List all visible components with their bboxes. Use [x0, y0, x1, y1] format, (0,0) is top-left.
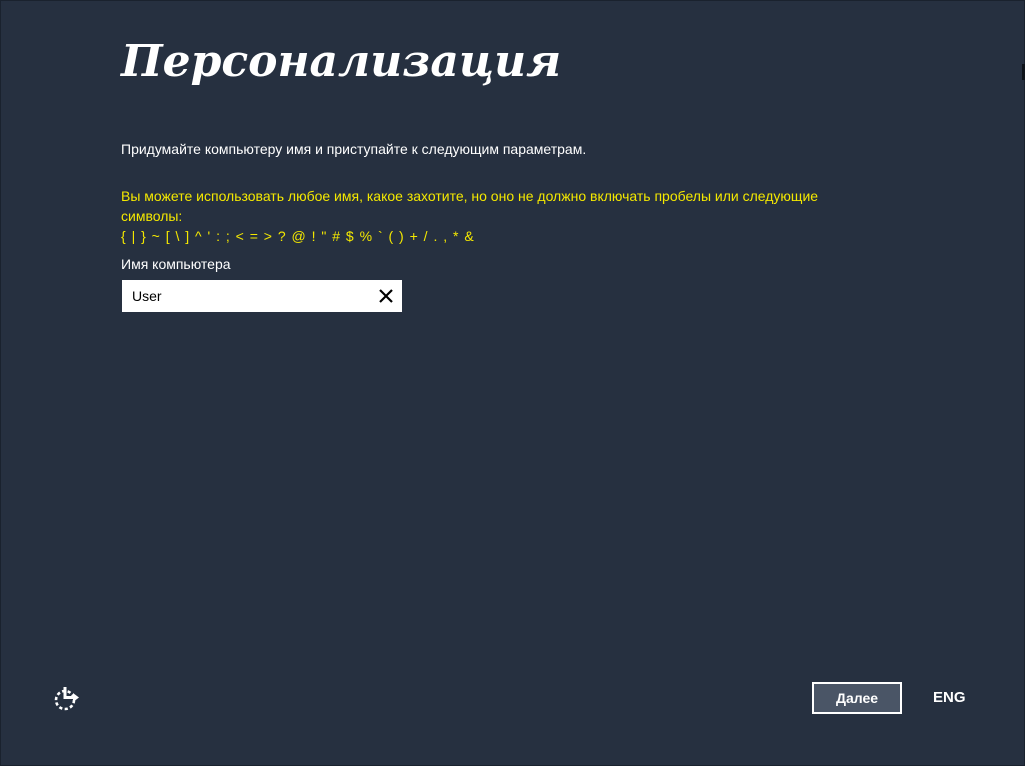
ease-of-access-icon	[54, 687, 79, 711]
name-rules-warning: Вы можете использовать любое имя, какое …	[121, 186, 881, 246]
window-frame	[0, 0, 1025, 766]
language-indicator[interactable]: ENG	[933, 689, 966, 706]
next-button[interactable]: Далее	[812, 682, 902, 714]
forbidden-characters: { | } ~ [ \ ] ^ ' : ; < = > ? @ ! " # $ …	[121, 228, 475, 244]
ease-of-access-button[interactable]	[52, 685, 80, 713]
clear-button[interactable]	[374, 284, 398, 308]
close-icon	[379, 289, 393, 303]
computer-name-input[interactable]	[122, 280, 362, 312]
page-title: Персонализация	[121, 36, 562, 87]
computer-name-field	[122, 280, 402, 312]
intro-text: Придумайте компьютеру имя и приступайте …	[121, 141, 587, 157]
name-rules-text: Вы можете использовать любое имя, какое …	[121, 188, 819, 224]
computer-name-label: Имя компьютера	[121, 256, 231, 272]
